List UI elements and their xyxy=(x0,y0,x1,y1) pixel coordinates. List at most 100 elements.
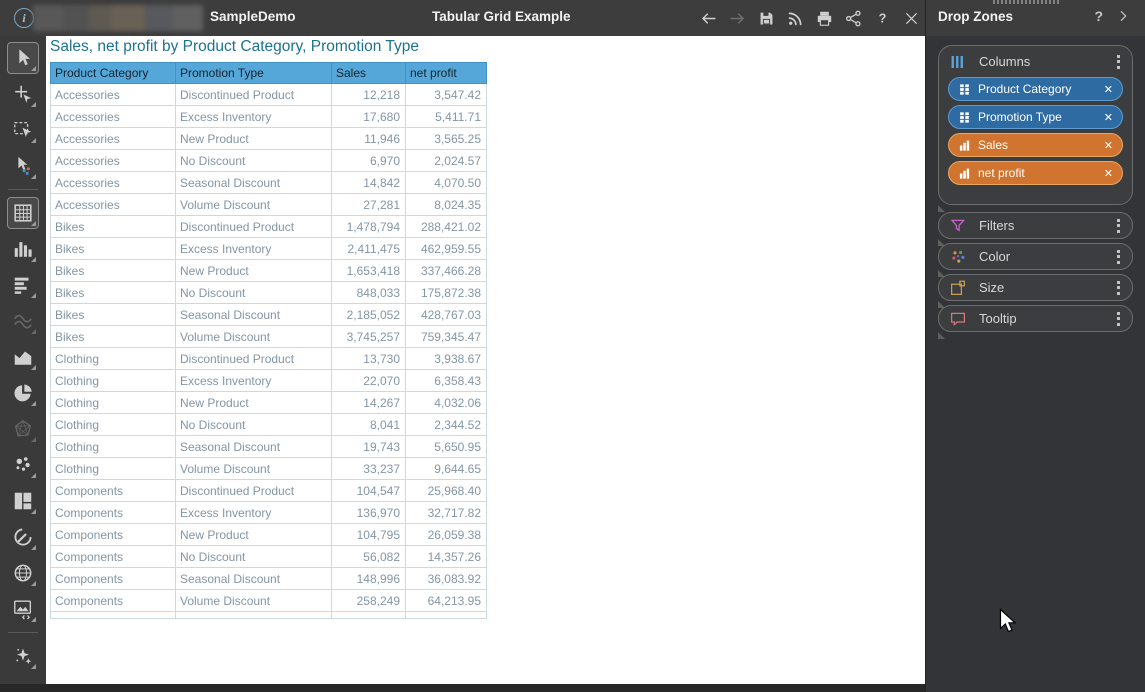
table-cell[interactable]: 136,970 xyxy=(332,502,406,524)
info-icon[interactable]: i xyxy=(14,8,34,28)
dropzone-size[interactable]: Size xyxy=(938,274,1133,301)
table-cell[interactable]: 462,959.55 xyxy=(406,238,487,260)
close-button[interactable] xyxy=(901,8,921,28)
tool-hbar-chart[interactable] xyxy=(7,269,39,301)
table-cell[interactable]: 14,842 xyxy=(332,172,406,194)
table-cell[interactable]: Discontinued Product xyxy=(176,348,332,370)
table-cell[interactable]: 3,938.67 xyxy=(406,348,487,370)
canvas[interactable]: Sales, net profit by Product Category, P… xyxy=(46,36,925,684)
table-cell[interactable]: Clothing xyxy=(51,436,176,458)
back-button[interactable] xyxy=(698,8,718,28)
table-cell[interactable]: Components xyxy=(51,524,176,546)
table-cell[interactable]: 5,411.71 xyxy=(406,106,487,128)
table-cell[interactable]: Volume Discount xyxy=(176,590,332,612)
table-cell[interactable]: 258,249 xyxy=(332,590,406,612)
tool-treemap-chart[interactable] xyxy=(7,485,39,517)
table-cell[interactable]: Components xyxy=(51,546,176,568)
table-cell[interactable]: Bikes xyxy=(51,304,176,326)
help-button[interactable]: ? xyxy=(872,8,892,28)
chip-remove-icon[interactable]: ✕ xyxy=(1098,139,1113,152)
table-cell[interactable]: Bikes xyxy=(51,282,176,304)
table-cell[interactable]: 27,281 xyxy=(332,194,406,216)
section-menu-icon[interactable] xyxy=(1115,248,1122,266)
chip-net-profit[interactable]: net profit✕ xyxy=(948,161,1123,185)
table-cell[interactable]: Bikes xyxy=(51,260,176,282)
table-cell[interactable]: Volume Discount xyxy=(176,326,332,348)
tool-line-chart[interactable] xyxy=(7,305,39,337)
table-cell[interactable]: No Discount xyxy=(176,282,332,304)
tool-pointer[interactable] xyxy=(7,42,39,74)
tool-image-widget[interactable] xyxy=(7,593,39,625)
table-cell[interactable]: 56,082 xyxy=(332,546,406,568)
table-cell[interactable]: 759,345.47 xyxy=(406,326,487,348)
table-cell[interactable]: Seasonal Discount xyxy=(176,436,332,458)
table-cell[interactable]: 64,213.95 xyxy=(406,590,487,612)
table-cell[interactable]: 4,032.06 xyxy=(406,392,487,414)
table-cell[interactable]: 2,344.52 xyxy=(406,414,487,436)
print-button[interactable] xyxy=(814,8,834,28)
tool-map-chart[interactable] xyxy=(7,557,39,589)
table-cell[interactable]: 14,267 xyxy=(332,392,406,414)
table-cell[interactable]: Accessories xyxy=(51,106,176,128)
table-cell[interactable]: Components xyxy=(51,502,176,524)
tool-pan[interactable] xyxy=(7,78,39,110)
table-cell[interactable]: Discontinued Product xyxy=(176,480,332,502)
table-cell[interactable]: Accessories xyxy=(51,84,176,106)
table-cell[interactable]: 288,421.02 xyxy=(406,216,487,238)
section-menu-icon[interactable] xyxy=(1115,279,1122,297)
table-cell[interactable]: Components xyxy=(51,568,176,590)
table-cell[interactable]: 6,358.43 xyxy=(406,370,487,392)
table-cell[interactable]: 5,650.95 xyxy=(406,436,487,458)
tool-bar-chart[interactable] xyxy=(7,233,39,265)
table-cell[interactable]: 36,083.92 xyxy=(406,568,487,590)
table-cell[interactable]: 33,237 xyxy=(332,458,406,480)
table-cell[interactable]: Seasonal Discount xyxy=(176,172,332,194)
table-cell[interactable]: Clothing xyxy=(51,348,176,370)
table-cell[interactable]: 2,411,475 xyxy=(332,238,406,260)
table-cell[interactable]: Volume Discount xyxy=(176,194,332,216)
table-cell[interactable]: New Product xyxy=(176,128,332,150)
share-button[interactable] xyxy=(843,8,863,28)
table-cell[interactable]: 148,996 xyxy=(332,568,406,590)
table-cell[interactable]: Accessories xyxy=(51,128,176,150)
table-cell[interactable]: 6,970 xyxy=(332,150,406,172)
column-header-product-category[interactable]: Product Category xyxy=(51,63,176,84)
table-cell[interactable]: Components xyxy=(51,590,176,612)
dropzone-color[interactable]: Color xyxy=(938,243,1133,270)
table-cell[interactable]: 8,024.35 xyxy=(406,194,487,216)
table-cell[interactable]: Bikes xyxy=(51,238,176,260)
table-cell[interactable]: Components xyxy=(51,480,176,502)
table-cell[interactable]: 12,218 xyxy=(332,84,406,106)
tool-gauge-chart[interactable] xyxy=(7,521,39,553)
table-cell[interactable]: Accessories xyxy=(51,150,176,172)
tool-radar-chart[interactable] xyxy=(7,413,39,445)
table-cell[interactable]: 2,024.57 xyxy=(406,150,487,172)
tool-marquee-select[interactable] xyxy=(7,114,39,146)
tool-pie-chart[interactable] xyxy=(7,377,39,409)
table-cell[interactable]: Clothing xyxy=(51,458,176,480)
forward-button[interactable] xyxy=(727,8,747,28)
table-cell[interactable]: Bikes xyxy=(51,326,176,348)
tool-scatter-chart[interactable] xyxy=(7,449,39,481)
section-menu-icon[interactable] xyxy=(1115,217,1122,235)
table-cell[interactable]: 104,547 xyxy=(332,480,406,502)
tool-ai-assistant[interactable] xyxy=(7,640,39,672)
table-cell[interactable]: Excess Inventory xyxy=(176,502,332,524)
chip-remove-icon[interactable]: ✕ xyxy=(1098,167,1113,180)
table-cell[interactable]: Seasonal Discount xyxy=(176,304,332,326)
column-header-net-profit[interactable]: net profit xyxy=(406,63,487,84)
section-menu-icon[interactable] xyxy=(1115,310,1122,328)
chip-promotion-type[interactable]: Promotion Type✕ xyxy=(948,105,1123,129)
table-cell[interactable]: 22,070 xyxy=(332,370,406,392)
table-cell[interactable]: No Discount xyxy=(176,546,332,568)
table-cell[interactable]: No Discount xyxy=(176,414,332,436)
table-cell[interactable]: Excess Inventory xyxy=(176,238,332,260)
chip-remove-icon[interactable]: ✕ xyxy=(1098,83,1113,96)
table-cell[interactable]: 1,478,794 xyxy=(332,216,406,238)
table-cell[interactable]: 4,070.50 xyxy=(406,172,487,194)
table-cell[interactable]: 848,033 xyxy=(332,282,406,304)
panel-collapse-icon[interactable] xyxy=(1115,8,1131,24)
table-cell[interactable]: 11,946 xyxy=(332,128,406,150)
table-cell[interactable]: 428,767.03 xyxy=(406,304,487,326)
table-cell[interactable]: 3,745,257 xyxy=(332,326,406,348)
